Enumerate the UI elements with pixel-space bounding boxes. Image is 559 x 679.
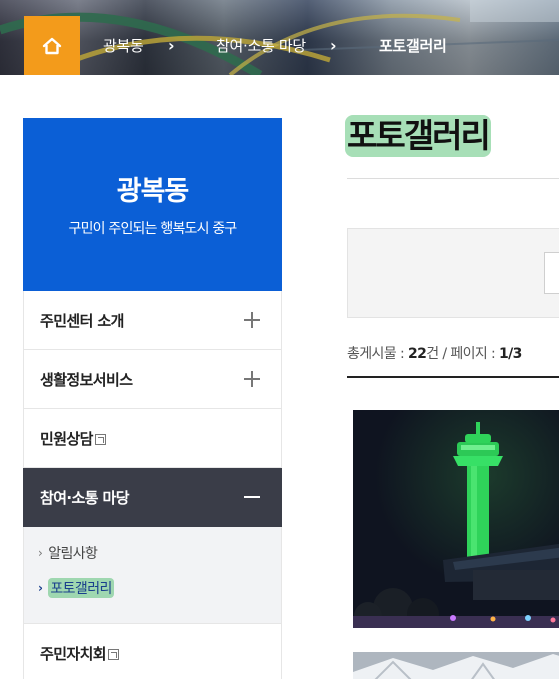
- sidebar-item-resident-council[interactable]: 주민자치회: [23, 623, 282, 679]
- sidebar-item-participation[interactable]: 참여·소통 마당: [23, 468, 282, 527]
- chevron-right-icon: ›: [168, 36, 175, 55]
- tower-night-photo: [353, 410, 559, 628]
- chevron-right-icon: ›: [38, 581, 43, 595]
- chevron-right-icon: ›: [330, 36, 337, 55]
- submenu-item-label: 알림사항: [48, 546, 98, 562]
- new-window-icon: [94, 433, 106, 445]
- chevron-right-icon: ›: [38, 546, 43, 560]
- breadcrumb-item-current[interactable]: 포토갤러리: [379, 35, 447, 57]
- count-divider: [347, 376, 559, 378]
- sidebar-item-life-info[interactable]: 생활정보서비스: [23, 350, 282, 409]
- submenu-item-label: 포토갤러리: [48, 578, 114, 598]
- gallery-thumbnail[interactable]: [353, 410, 559, 628]
- minus-icon[interactable]: [244, 496, 260, 498]
- sidebar-item-label: 주민자치회: [40, 644, 107, 663]
- sidebar-item-label: 주민센터 소개: [40, 311, 124, 330]
- sidebar-title: 광복동: [116, 176, 190, 207]
- page-title: 포토갤러리: [345, 115, 491, 157]
- search-panel: [347, 228, 559, 318]
- home-button[interactable]: [24, 16, 80, 75]
- submenu-item-notice[interactable]: › 알림사항: [38, 543, 98, 563]
- new-window-icon: [108, 648, 120, 660]
- total-count-unit: 건: [426, 346, 439, 362]
- gallery-thumbnail[interactable]: [353, 652, 559, 679]
- home-icon: [42, 37, 62, 54]
- sidebar-item-consultation[interactable]: 민원상담: [23, 409, 282, 468]
- breadcrumb-item-participation[interactable]: 참여·소통 마당: [216, 35, 306, 57]
- sidebar-header: 광복동 구민이 주인되는 행복도시 중구: [23, 118, 282, 291]
- plus-icon[interactable]: [244, 312, 260, 328]
- sidebar-item-center-intro[interactable]: 주민센터 소개: [23, 291, 282, 350]
- plus-icon[interactable]: [244, 371, 260, 387]
- sidebar-item-label: 생활정보서비스: [40, 370, 133, 389]
- tent-photo: [353, 652, 559, 679]
- title-divider: [347, 178, 559, 179]
- submenu-item-photo-gallery[interactable]: › 포토갤러리: [38, 578, 114, 598]
- total-count-value: 22: [407, 346, 427, 362]
- breadcrumb-item-gwangbok[interactable]: 광복동: [103, 35, 144, 57]
- search-input[interactable]: [544, 252, 559, 294]
- sidebar-slogan: 구민이 주인되는 행복도시 중구: [68, 221, 238, 237]
- sidebar-item-label: 민원상담: [40, 429, 93, 448]
- post-count-info: 총게시물 : 22건 / 페이지 : 1/3: [347, 343, 522, 363]
- sidebar-item-label: 참여·소통 마당: [40, 488, 130, 507]
- sidebar-submenu: › 알림사항 › 포토갤러리: [23, 527, 282, 623]
- page-label: / 페이지 :: [438, 346, 499, 362]
- page-value: 1/3: [499, 346, 522, 362]
- total-count-label: 총게시물 :: [347, 346, 408, 362]
